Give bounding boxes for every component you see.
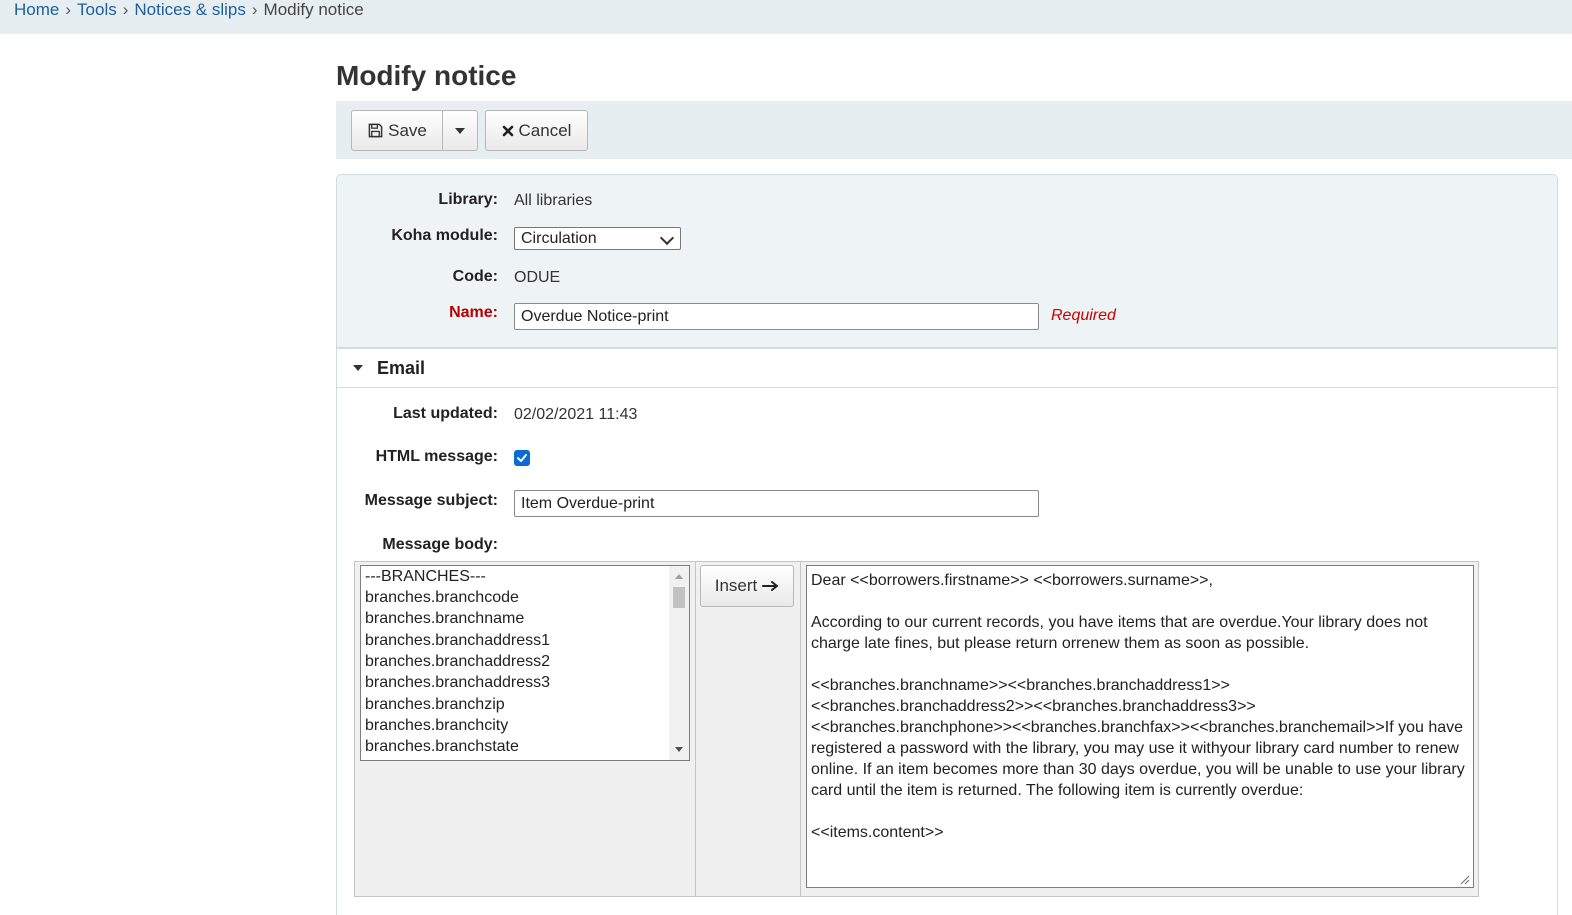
field-select-list[interactable]: ---BRANCHES--- branches.branchcode branc…	[360, 565, 690, 761]
scrollbar-thumb[interactable]	[673, 587, 685, 608]
koha-module-selected: Circulation	[521, 230, 597, 247]
message-body-textarea[interactable]: Dear <<borrowers.firstname>> <<borrowers…	[806, 565, 1474, 888]
save-options-dropdown-button[interactable]	[442, 110, 478, 151]
list-scrollbar[interactable]	[669, 566, 689, 760]
save-button[interactable]: Save	[351, 110, 443, 151]
breadcrumb-home-link[interactable]: Home	[14, 0, 59, 19]
list-item[interactable]: branches.branchaddress1	[365, 630, 550, 651]
name-input[interactable]: Overdue Notice-print	[514, 303, 1039, 330]
caret-down-icon	[455, 127, 465, 134]
koha-module-label: Koha module:	[391, 227, 498, 244]
html-message-checkbox[interactable]	[514, 450, 530, 466]
list-item[interactable]: ---BRANCHES---	[365, 566, 486, 587]
required-note: Required	[1051, 307, 1116, 324]
cancel-button-label: Cancel	[518, 120, 572, 140]
page-title: Modify notice	[336, 60, 517, 91]
breadcrumb-separator: ›	[122, 0, 129, 19]
last-updated-label: Last updated:	[393, 405, 498, 422]
arrow-right-icon	[762, 581, 779, 591]
list-item[interactable]: branches.branchaddress2	[365, 651, 550, 672]
column-divider	[800, 562, 801, 896]
message-subject-label: Message subject:	[364, 492, 498, 509]
code-value: ODUE	[514, 269, 561, 286]
breadcrumb-separator: ›	[65, 0, 72, 19]
koha-module-select[interactable]: Circulation	[514, 227, 681, 250]
scroll-down-arrow-icon[interactable]	[675, 747, 683, 752]
scroll-up-arrow-icon[interactable]	[675, 574, 683, 579]
name-label: Name:	[449, 304, 498, 321]
list-item[interactable]: branches.branchstate	[365, 736, 519, 757]
insert-button-label: Insert	[714, 576, 758, 595]
resize-handle-icon[interactable]	[1458, 873, 1470, 885]
email-section-toggle[interactable]: Email	[336, 348, 1558, 388]
list-item[interactable]: branches.branchzip	[365, 694, 505, 715]
html-message-label: HTML message:	[375, 448, 498, 465]
list-item[interactable]: branches.branchaddress3	[365, 672, 550, 693]
save-icon	[368, 123, 383, 138]
message-subject-input[interactable]: Item Overdue-print	[514, 490, 1039, 517]
insert-button[interactable]: Insert	[700, 565, 794, 607]
column-divider	[695, 562, 696, 896]
close-icon	[502, 125, 514, 137]
breadcrumb: Home › Tools › Notices & slips › Modify notice	[0, 0, 1572, 34]
cancel-button[interactable]: Cancel	[485, 110, 588, 151]
breadcrumb-separator: ›	[251, 0, 258, 19]
breadcrumb-tools-link[interactable]: Tools	[77, 0, 117, 19]
checkmark-icon	[517, 454, 527, 462]
library-label: Library:	[438, 191, 498, 208]
code-label: Code:	[452, 268, 498, 285]
library-value: All libraries	[514, 192, 593, 209]
message-body-label: Message body:	[382, 536, 498, 553]
breadcrumb-notices-link[interactable]: Notices & slips	[134, 0, 245, 19]
breadcrumb-current: Modify notice	[263, 0, 364, 19]
email-section-title: Email	[377, 357, 426, 378]
list-item[interactable]: branches.branchcode	[365, 587, 519, 608]
toolbar: Save Cancel	[336, 101, 1572, 159]
collapse-triangle-icon	[353, 365, 363, 371]
chevron-down-icon	[659, 230, 675, 246]
list-item[interactable]: branches.branchname	[365, 608, 524, 629]
save-button-label: Save	[388, 120, 427, 140]
last-updated-value: 02/02/2021 11:43	[514, 406, 638, 423]
list-item[interactable]: branches.branchcity	[365, 715, 508, 736]
